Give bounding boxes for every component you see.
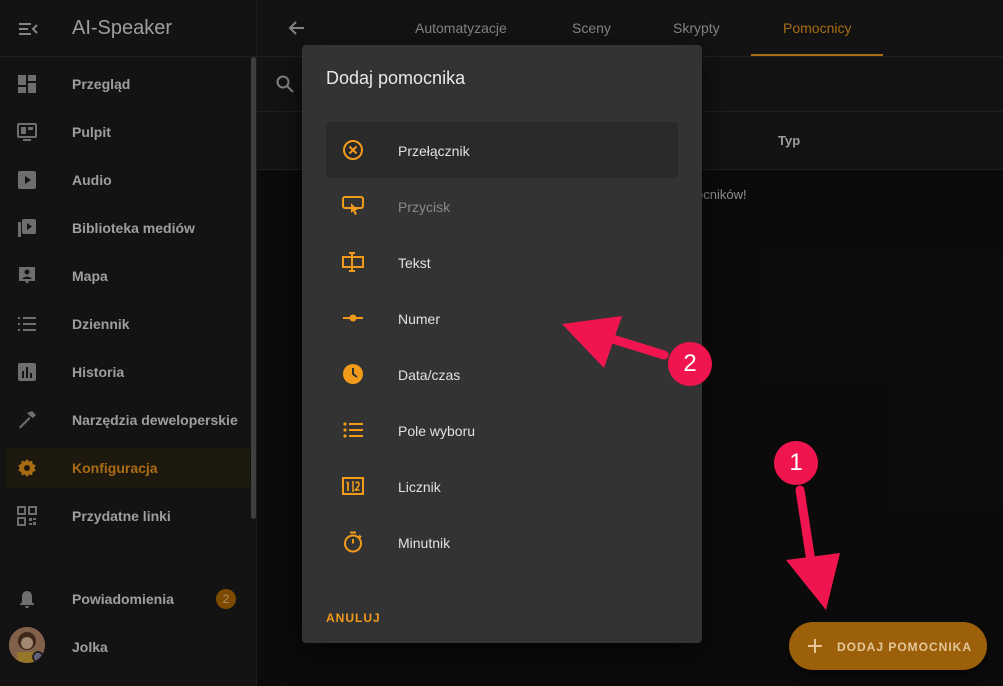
- helper-option-timer[interactable]: Minutnik: [326, 514, 678, 570]
- helper-option-label: Pole wyboru: [398, 423, 476, 439]
- plus-icon: [808, 639, 822, 653]
- add-helper-dialog: Dodaj pomocnika Przełącznik Przycisk Tek…: [302, 45, 702, 643]
- gesture-tap-button-icon: [342, 196, 364, 215]
- format-list-bulleted-icon: [343, 422, 363, 438]
- annotation-marker-1: 1: [774, 441, 818, 485]
- helper-option-label: Data/czas: [398, 367, 461, 383]
- helper-option-button[interactable]: Przycisk: [326, 178, 678, 234]
- counter-icon: [342, 477, 364, 495]
- dialog-title: Dodaj pomocnika: [326, 68, 466, 88]
- helper-option-label: Przełącznik: [398, 143, 470, 159]
- helper-option-counter[interactable]: Licznik: [326, 458, 678, 514]
- helper-option-select[interactable]: Pole wyboru: [326, 402, 678, 458]
- helper-option-text[interactable]: Tekst: [326, 234, 678, 290]
- helper-option-toggle[interactable]: Przełącznik: [326, 122, 678, 178]
- clock-icon: [343, 364, 363, 384]
- add-helper-button[interactable]: DODAJ POMOCNIKA: [789, 622, 987, 670]
- helper-option-label: Licznik: [398, 479, 441, 495]
- helper-option-label: Minutnik: [398, 535, 451, 551]
- form-textbox-icon: [342, 252, 364, 272]
- helper-option-label: Numer: [398, 311, 441, 327]
- toggle-switch-icon: [343, 140, 363, 160]
- helper-option-datetime[interactable]: Data/czas: [326, 346, 678, 402]
- helper-option-label: Przycisk: [398, 199, 451, 215]
- add-helper-button-label: DODAJ POMOCNIKA: [837, 640, 973, 654]
- ray-vertex-icon: [343, 314, 363, 322]
- helper-option-number[interactable]: Numer: [326, 290, 678, 346]
- annotation-marker-2: 2: [668, 342, 712, 386]
- cancel-button[interactable]: ANULUJ: [326, 611, 381, 625]
- helper-option-label: Tekst: [398, 255, 431, 271]
- timer-outline-icon: [344, 531, 362, 553]
